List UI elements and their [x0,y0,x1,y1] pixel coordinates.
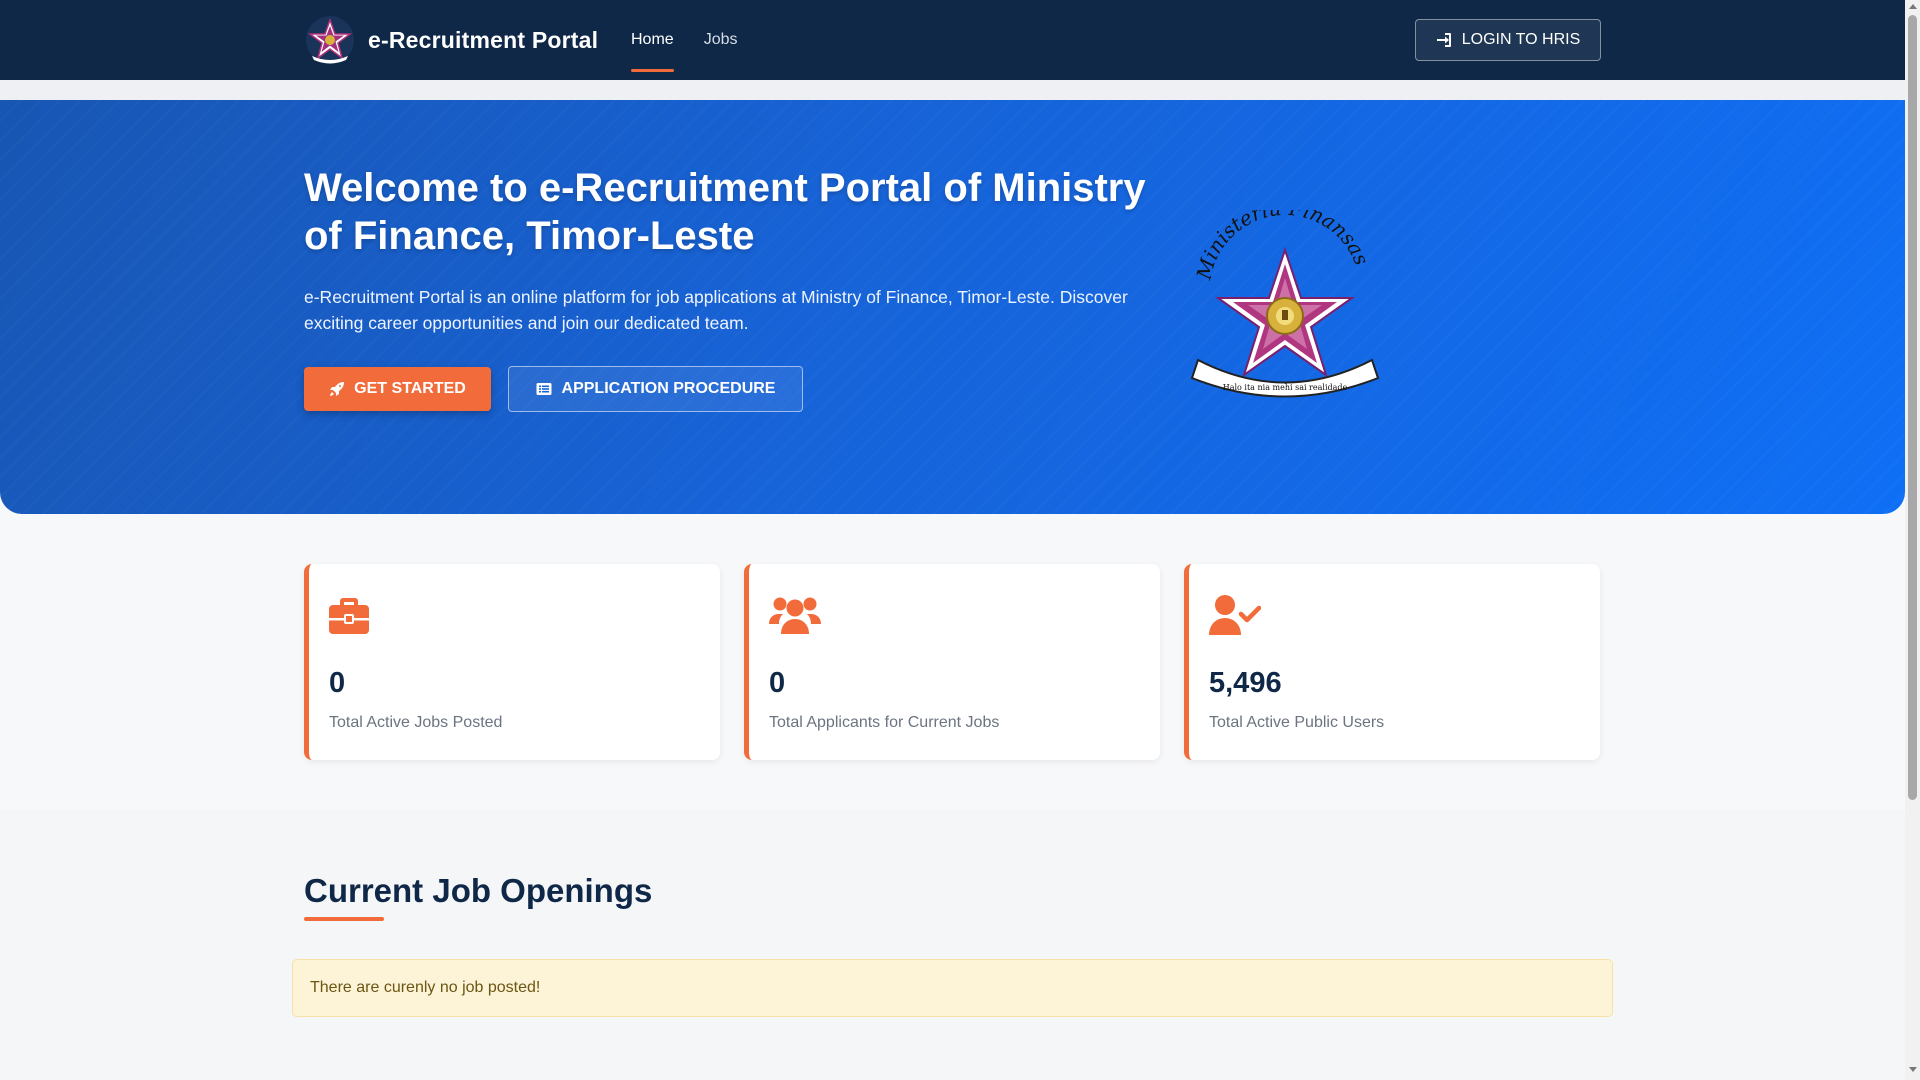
scroll-up-icon[interactable] [1909,4,1917,9]
stat-value: 0 [769,667,786,699]
scroll-down-icon[interactable] [1909,1067,1917,1072]
stat-value: 0 [329,667,346,699]
ministry-emblem-icon: Ministeriu Finansas Halo ita nia mehi sa… [1190,210,1380,398]
stat-card-active-jobs: 0 Total Active Jobs Posted [304,564,720,760]
page-scrollbar[interactable] [1905,0,1920,1080]
no-jobs-alert: There are curenly no job posted! [292,959,1613,1017]
ministry-logo-icon [306,16,354,64]
stat-label: Total Active Jobs Posted [329,714,503,731]
sign-in-icon [1436,33,1451,47]
briefcase-icon [329,598,369,634]
user-check-icon [1209,595,1261,635]
application-procedure-button[interactable]: APPLICATION PROCEDURE [508,366,803,412]
stat-card-public-users: 5,496 Total Active Public Users [1184,564,1600,760]
section-title: Current Job Openings [304,872,653,909]
stat-card-applicants: 0 Total Applicants for Current Jobs [744,564,1160,760]
title-underline [304,917,384,921]
stat-label: Total Active Public Users [1209,714,1385,731]
top-navbar: e-Recruitment Portal Home Jobs LOGIN TO … [0,0,1905,80]
hero-title: Welcome to e-Recruitment Portal of Minis… [304,166,1146,258]
hero-description: e-Recruitment Portal is an online platfo… [304,287,1128,333]
users-icon [769,597,821,634]
nav-jobs[interactable]: Jobs [704,0,738,80]
rocket-icon [330,382,345,396]
stat-value: 5,496 [1209,667,1282,699]
get-started-label: GET STARTED [354,380,466,397]
application-procedure-label: APPLICATION PROCEDURE [561,380,776,397]
nav-spacer [0,80,1905,100]
get-started-button[interactable]: GET STARTED [304,367,491,411]
brand[interactable]: e-Recruitment Portal [304,14,598,66]
jobs-section [0,810,1905,1080]
nav-home[interactable]: Home [631,0,674,80]
nav-menu: Home Jobs [631,0,767,80]
scroll-thumb[interactable] [1908,15,1917,800]
brand-title: e-Recruitment Portal [368,26,599,53]
hero-banner: Welcome to e-Recruitment Portal of Minis… [0,100,1905,514]
stat-label: Total Applicants for Current Jobs [769,714,1000,731]
login-hris-button[interactable]: LOGIN TO HRIS [1415,19,1601,61]
emblem-motto: Halo ita nia mehi sai realidade [1223,383,1348,392]
alert-message: There are curenly no job posted! [310,979,541,996]
login-label: LOGIN TO HRIS [1461,31,1581,48]
list-alt-icon [536,383,552,395]
